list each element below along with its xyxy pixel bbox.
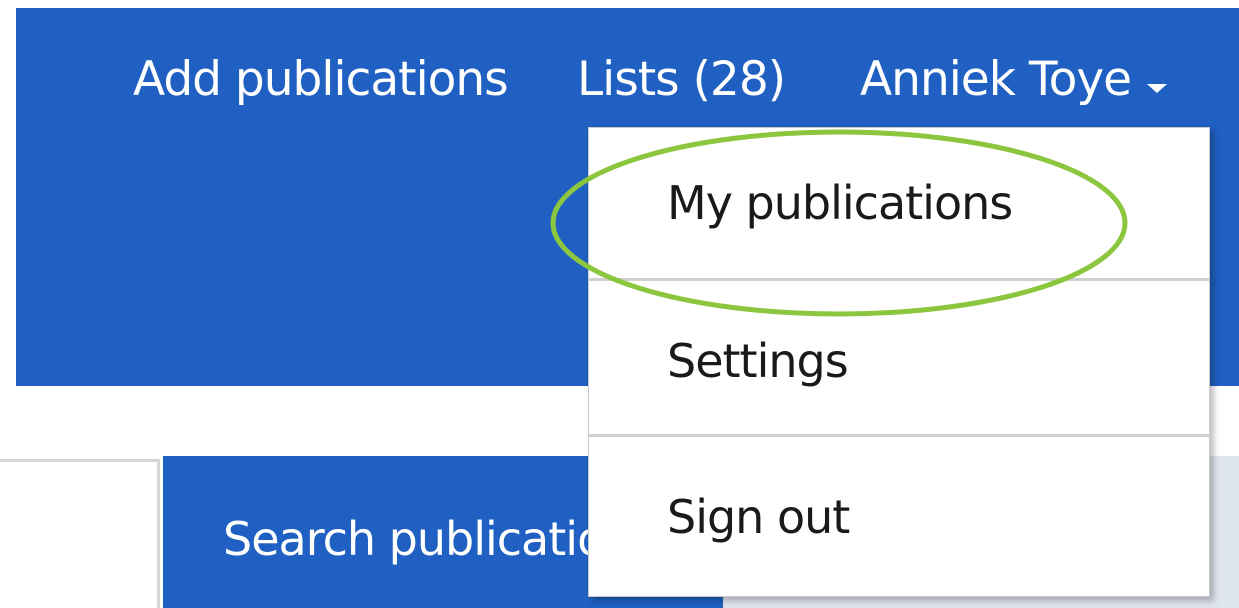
menu-item-label: Settings (667, 334, 849, 388)
user-menu-toggle[interactable]: Anniek Toye (860, 56, 1132, 103)
menu-item-label: My publications (667, 176, 1013, 230)
menu-item-sign-out[interactable]: Sign out (589, 436, 1209, 586)
menu-item-settings[interactable]: Settings (589, 280, 1209, 430)
user-dropdown-menu: My publications Settings Sign out (588, 127, 1210, 597)
menu-item-label: Sign out (667, 490, 850, 544)
search-input[interactable] (0, 459, 160, 608)
page: Add publications Lists (28) Anniek Toye … (0, 0, 1239, 608)
menu-item-my-publications[interactable]: My publications (589, 128, 1209, 278)
add-publications-link[interactable]: Add publications (133, 56, 509, 103)
lists-link[interactable]: Lists (28) (577, 56, 786, 103)
caret-down-icon[interactable] (1147, 84, 1167, 93)
